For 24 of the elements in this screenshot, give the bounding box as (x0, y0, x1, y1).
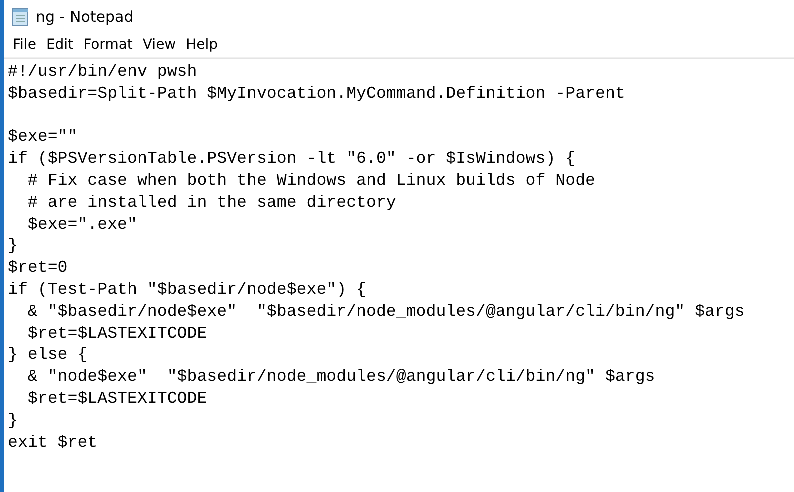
code-line: #!/usr/bin/env pwsh (8, 61, 198, 83)
menu-item[interactable]: Format (78, 34, 138, 56)
code-line: $exe=".exe" (26, 214, 138, 236)
code-line: exit $ret (8, 432, 98, 454)
code-line: } else { (8, 344, 88, 366)
window-title: ng - Notepad (36, 8, 134, 26)
code-line: # Fix case when both the Windows and Linux builds of Node (26, 170, 596, 192)
code-line: # are installed in the same directory (26, 192, 396, 214)
code-line: $basedir=Split-Path $MyInvocation.MyCommand.Definition -Parent (8, 82, 626, 105)
code-line: $ret=0 (8, 257, 68, 279)
code-line: } (8, 410, 18, 432)
menu-item[interactable]: File (8, 34, 42, 56)
code-line: if (Test-Path "$basedir/node$exe") { (8, 278, 366, 301)
menu-item[interactable]: Edit (41, 34, 79, 56)
code-line: $ret=$LASTEXITCODE (26, 322, 208, 344)
code-line: if ($PSVersionTable.PSVersion -lt "6.0" -or $IsWindows) { (8, 148, 576, 170)
code-line: } (8, 235, 18, 258)
menu-item[interactable]: Help (181, 34, 224, 56)
code-line: $ret=$LASTEXITCODE (26, 388, 208, 410)
notepad-icon (12, 6, 30, 26)
code-line: $exe="" (8, 126, 78, 148)
menu-item[interactable]: View (138, 34, 182, 56)
code-line: & "$basedir/node$exe" "$basedir/node_modules/@angular/cli/bin/ng" $args (26, 300, 745, 323)
code-line: & "node$exe" "$basedir/node_modules/@angular/cli/bin/ng" $args (26, 366, 656, 388)
